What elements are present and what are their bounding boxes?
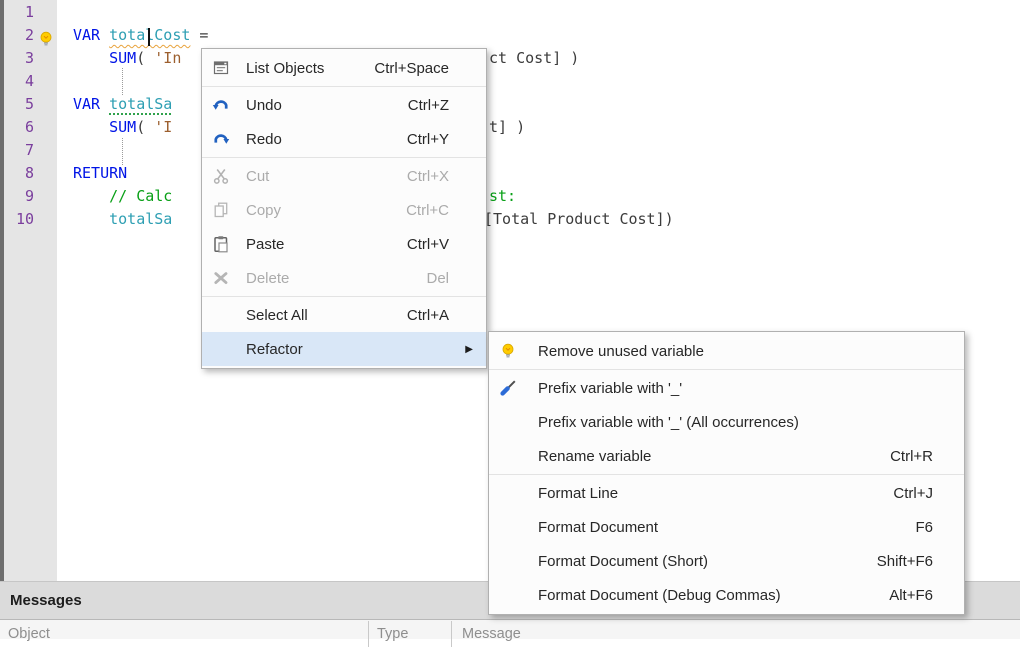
menu-item-label: Redo: [246, 131, 407, 148]
menu-item-format-document-short[interactable]: Format Document (Short)Shift+F6: [489, 544, 964, 578]
line-number: 5: [4, 95, 34, 118]
menu-separator: [489, 474, 964, 475]
column-separator[interactable]: [451, 621, 452, 647]
messages-panel-title: Messages: [10, 592, 82, 609]
menu-item-label: Cut: [246, 168, 407, 185]
menu-separator: [202, 296, 486, 297]
list-objects-icon: [211, 59, 231, 77]
menu-item-label: Prefix variable with '_': [538, 380, 964, 397]
text-caret: [148, 28, 150, 46]
paste-icon: [211, 235, 231, 253]
menu-item-label: Format Document (Short): [538, 553, 877, 570]
screwdriver-icon: [498, 379, 518, 397]
code-fragment[interactable]: [Total Product Cost]): [484, 210, 674, 233]
menu-item-label: Refactor: [246, 341, 465, 358]
menu-item-delete[interactable]: DeleteDel: [202, 261, 486, 295]
menu-item-shortcut: Ctrl+Z: [408, 97, 449, 114]
menu-item-remove-unused-variable[interactable]: Remove unused variable: [489, 334, 964, 368]
menu-separator: [202, 86, 486, 87]
indent-guide: [122, 138, 124, 165]
cut-icon: [211, 167, 231, 185]
line-number: 2: [4, 26, 34, 49]
menu-item-redo[interactable]: RedoCtrl+Y: [202, 122, 486, 156]
menu-item-undo[interactable]: UndoCtrl+Z: [202, 88, 486, 122]
code-line[interactable]: totalSa: [73, 210, 172, 233]
column-header-message[interactable]: Message: [462, 626, 521, 642]
quick-action-lightbulb-icon[interactable]: [37, 30, 55, 48]
menu-item-shortcut: Shift+F6: [877, 553, 933, 570]
code-line[interactable]: RETURN: [73, 164, 127, 187]
line-number: 9: [4, 187, 34, 210]
messages-grid-header: Object Type Message: [0, 619, 1020, 639]
menu-item-label: Remove unused variable: [538, 343, 964, 360]
menu-item-shortcut: Ctrl+R: [890, 448, 933, 465]
line-number: 1: [4, 3, 34, 26]
line-number: 7: [4, 141, 34, 164]
menu-item-label: Format Line: [538, 485, 893, 502]
code-line[interactable]: // Calc: [73, 187, 172, 210]
copy-icon: [211, 201, 231, 219]
menu-item-label: Rename variable: [538, 448, 890, 465]
menu-item-shortcut: F6: [915, 519, 933, 536]
indent-guide: [122, 68, 124, 95]
menu-item-shortcut: Ctrl+Space: [374, 60, 449, 77]
menu-item-format-document[interactable]: Format DocumentF6: [489, 510, 964, 544]
menu-item-rename-variable[interactable]: Rename variableCtrl+R: [489, 439, 964, 473]
line-number: 6: [4, 118, 34, 141]
line-number: 4: [4, 72, 34, 95]
menu-separator: [202, 157, 486, 158]
menu-item-label: Select All: [246, 307, 407, 324]
menu-separator: [489, 369, 964, 370]
menu-item-shortcut: Del: [426, 270, 449, 287]
menu-item-label: Copy: [246, 202, 406, 219]
menu-item-format-line[interactable]: Format LineCtrl+J: [489, 476, 964, 510]
menu-item-shortcut: Ctrl+J: [893, 485, 933, 502]
line-number-gutter: 12345678910: [4, 0, 57, 581]
delete-icon: [211, 269, 231, 287]
redo-icon: [211, 130, 231, 148]
menu-item-prefix-variable-with-all-occurrences[interactable]: Prefix variable with '_' (All occurrence…: [489, 405, 964, 439]
menu-item-prefix-variable-with[interactable]: Prefix variable with '_': [489, 371, 964, 405]
menu-item-label: Delete: [246, 270, 426, 287]
code-fragment[interactable]: ct Cost] ): [489, 49, 579, 72]
code-line[interactable]: SUM( 'In: [73, 49, 181, 72]
menu-item-label: List Objects: [246, 60, 374, 77]
line-number: 10: [4, 210, 34, 233]
code-line[interactable]: VAR totalCost =: [73, 26, 208, 49]
undo-icon: [211, 96, 231, 114]
menu-item-label: Paste: [246, 236, 407, 253]
menu-item-format-document-debug-commas[interactable]: Format Document (Debug Commas)Alt+F6: [489, 578, 964, 612]
line-number: 8: [4, 164, 34, 187]
menu-item-shortcut: Alt+F6: [889, 587, 933, 604]
editor-context-menu: List ObjectsCtrl+SpaceUndoCtrl+ZRedoCtrl…: [201, 48, 487, 369]
menu-item-paste[interactable]: PasteCtrl+V: [202, 227, 486, 261]
menu-item-shortcut: Ctrl+C: [406, 202, 449, 219]
column-header-object[interactable]: Object: [8, 626, 50, 642]
column-header-type[interactable]: Type: [377, 626, 408, 642]
menu-item-list-objects[interactable]: List ObjectsCtrl+Space: [202, 51, 486, 85]
menu-item-label: Format Document: [538, 519, 915, 536]
code-line[interactable]: VAR totalSa: [73, 95, 172, 118]
menu-item-shortcut: Ctrl+A: [407, 307, 449, 324]
code-fragment[interactable]: st:: [489, 187, 516, 210]
menu-item-label: Undo: [246, 97, 408, 114]
menu-item-shortcut: Ctrl+V: [407, 236, 449, 253]
line-number: 3: [4, 49, 34, 72]
code-fragment[interactable]: t] ): [489, 118, 525, 141]
submenu-arrow-icon: ▶: [465, 344, 473, 355]
menu-item-shortcut: Ctrl+Y: [407, 131, 449, 148]
menu-item-cut[interactable]: CutCtrl+X: [202, 159, 486, 193]
menu-item-shortcut: Ctrl+X: [407, 168, 449, 185]
menu-item-select-all[interactable]: Select AllCtrl+A: [202, 298, 486, 332]
menu-item-label: Prefix variable with '_' (All occurrence…: [538, 414, 964, 431]
lightbulb-icon: [498, 342, 518, 360]
refactor-submenu: Remove unused variable Prefix variable wi…: [488, 331, 965, 615]
column-separator[interactable]: [368, 621, 369, 647]
menu-item-copy[interactable]: CopyCtrl+C: [202, 193, 486, 227]
menu-item-refactor[interactable]: Refactor▶: [202, 332, 486, 366]
menu-item-label: Format Document (Debug Commas): [538, 587, 889, 604]
